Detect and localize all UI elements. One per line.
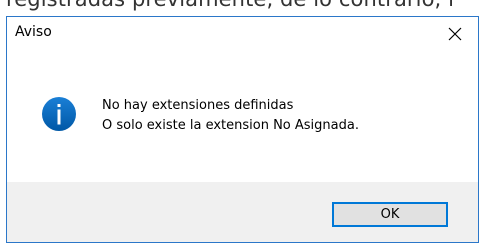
message-line-1: No hay extensiones definidas [102, 98, 294, 113]
close-icon [448, 27, 462, 40]
ok-button[interactable]: OK [332, 202, 448, 227]
background-document-text: registradas previamente, de lo contrario… [6, 0, 454, 11]
info-icon [42, 97, 76, 131]
dialog-titlebar: Aviso [7, 17, 478, 50]
message-line-2: O solo existe la extension No Asignada. [102, 118, 359, 133]
close-button[interactable] [432, 17, 478, 50]
dialog-title: Aviso [15, 24, 52, 40]
dialog-footer: OK [7, 182, 478, 242]
message-dialog: Aviso No hay extensiones definidas O sol… [6, 16, 479, 243]
dialog-message: No hay extensiones definidas O solo exis… [102, 96, 359, 136]
dialog-content: No hay extensiones definidas O solo exis… [7, 50, 478, 182]
